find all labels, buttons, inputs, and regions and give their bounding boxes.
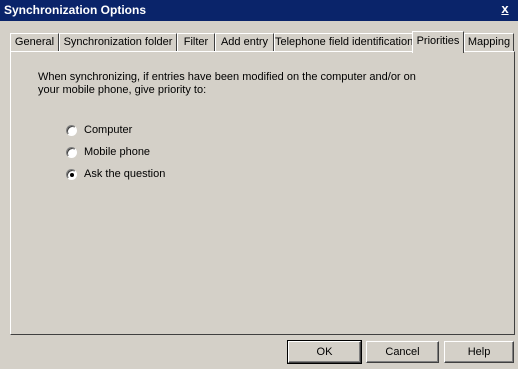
tab-priorities[interactable]: Priorities [412,31,464,53]
close-icon: x [501,1,509,16]
tab-mapping[interactable]: Mapping [464,33,514,51]
radio-option-computer[interactable]: Computer [66,123,132,137]
radio-button[interactable] [66,124,77,136]
radio-option-mobile-phone[interactable]: Mobile phone [66,145,150,159]
radio-label-computer: Computer [84,124,133,136]
help-button[interactable]: Help [444,341,514,363]
radio-button-selected[interactable] [66,168,77,180]
tab-synchronization-folder[interactable]: Synchronization folder [59,33,177,51]
radio-button[interactable] [66,146,77,158]
radio-label-mobile-phone: Mobile phone [84,146,151,158]
ok-button[interactable]: OK [287,340,362,364]
tab-add-entry[interactable]: Add entry [215,33,274,51]
synchronization-options-dialog: Synchronization Options x General Synchr… [0,0,518,369]
priorities-panel: When synchronizing, if entries have been… [10,51,515,335]
tab-telephone-field-identification[interactable]: Telephone field identification [274,33,414,51]
radio-label-ask-the-question: Ask the question [84,168,166,180]
tab-filter[interactable]: Filter [177,33,215,51]
cancel-button[interactable]: Cancel [366,341,439,363]
priority-instructions: When synchronizing, if entries have been… [38,71,416,96]
tab-general[interactable]: General [10,33,59,51]
radio-option-ask-the-question[interactable]: Ask the question [66,167,165,181]
window-title: Synchronization Options [4,3,147,17]
close-button[interactable]: x [498,2,512,16]
title-bar[interactable]: Synchronization Options x [0,0,518,21]
